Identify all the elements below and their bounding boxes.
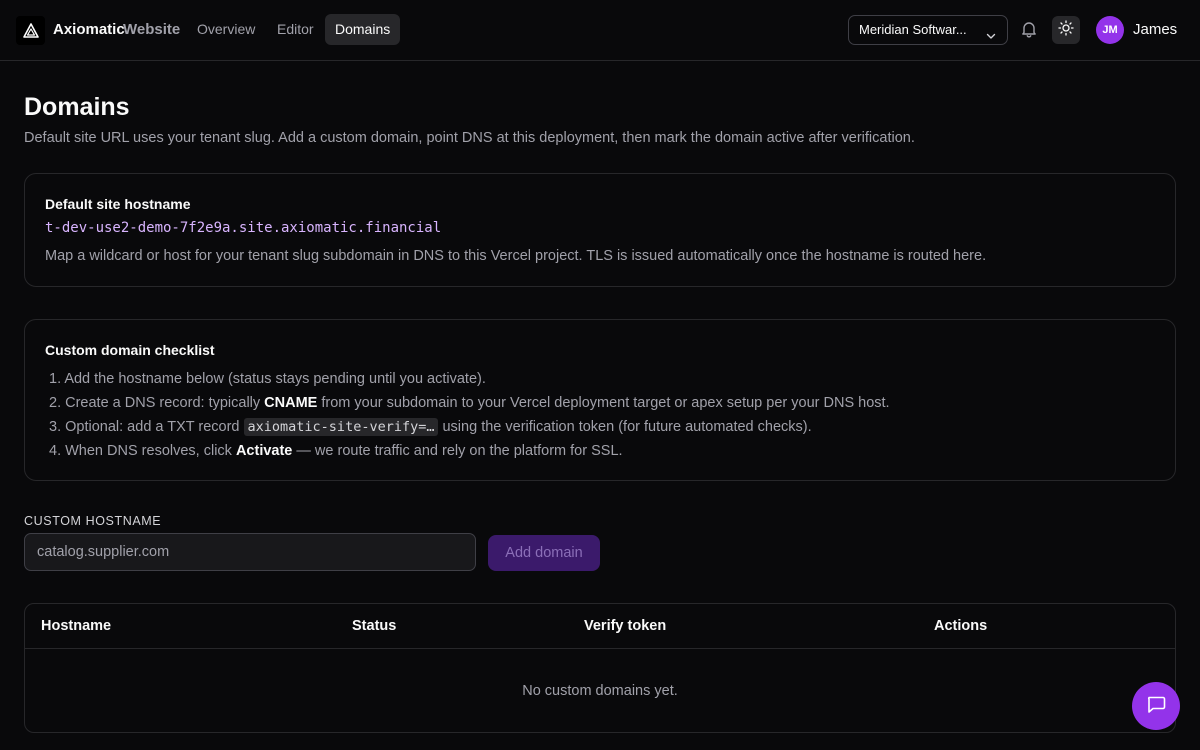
checklist-step-3: 3. Optional: add a TXT record axiomatic-… [49,418,812,436]
column-actions: Actions [934,618,988,634]
custom-hostname-input[interactable] [24,533,476,571]
organization-select[interactable]: Meridian Softwar... [848,15,1008,45]
app-name: Axiomatic [53,21,125,38]
column-hostname: Hostname [41,618,112,634]
txt-record-code: axiomatic-site-verify=… [243,418,439,436]
chevron-down-icon [985,24,997,52]
theme-toggle-button[interactable] [1052,16,1080,44]
custom-domain-checklist-card: Custom domain checklist 1. Add the hostn… [24,319,1176,481]
app-section-name: Website [123,21,181,38]
empty-state-text: No custom domains yet. [522,683,678,699]
default-site-title: Default site hostname [45,196,191,212]
default-site-card: Default site hostname t-dev-use2-demo-7f… [24,173,1176,287]
page-title: Domains [24,93,130,121]
user-name[interactable]: James [1133,21,1177,38]
table-header: Hostname Status Verify token Actions [25,604,1175,649]
checklist-title: Custom domain checklist [45,342,215,358]
top-bar: Axiomatic Website Overview Editor Domain… [0,0,1200,61]
axiomatic-logo-icon[interactable] [16,16,45,45]
checklist-step-2: 2. Create a DNS record: typically CNAME … [49,395,890,411]
organization-select-value: Meridian Softwar... [859,22,967,37]
checklist-steps: 1. Add the hostname below (status stays … [49,370,890,466]
column-verify-token: Verify token [584,618,667,634]
chat-bubble-icon [1145,693,1167,720]
add-domain-button[interactable]: Add domain [488,535,600,571]
checklist-step-1: 1. Add the hostname below (status stays … [49,371,486,387]
custom-hostname-label: CUSTOM HOSTNAME [24,514,162,528]
domains-table: Hostname Status Verify token Actions No … [24,603,1176,733]
bell-icon[interactable] [1019,19,1041,41]
nav-editor[interactable]: Editor [267,14,324,45]
column-status: Status [352,618,397,634]
page-description: Default site URL uses your tenant slug. … [24,130,915,146]
sun-icon [1058,19,1074,41]
checklist-step-4: 4. When DNS resolves, click Activate — w… [49,443,623,459]
default-site-note: Map a wildcard or host for your tenant s… [45,248,987,264]
avatar[interactable]: JM [1096,16,1124,44]
nav-overview[interactable]: Overview [187,14,265,45]
nav-domains[interactable]: Domains [325,14,401,45]
default-hostname: t-dev-use2-demo-7f2e9a.site.axiomatic.fi… [45,220,442,236]
chat-button[interactable] [1132,682,1180,730]
